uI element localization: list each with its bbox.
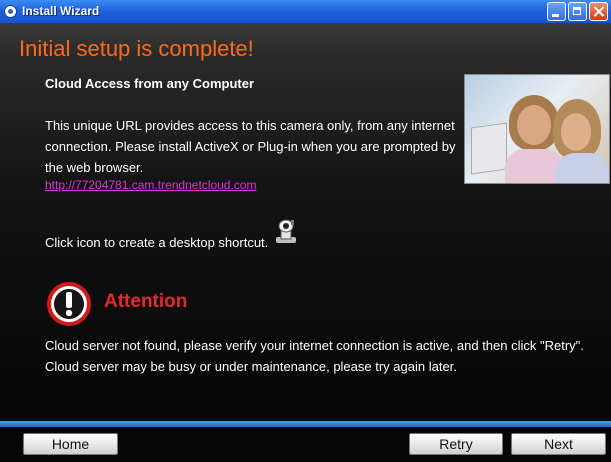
laptop-graphic xyxy=(471,122,507,175)
desktop-shortcut-icon[interactable] xyxy=(273,217,299,247)
window-title: Install Wizard xyxy=(22,4,100,18)
page-title: Initial setup is complete! xyxy=(19,36,254,61)
error-message-line-2: Cloud server may be busy or under mainte… xyxy=(45,359,457,374)
title-bar: Install Wizard xyxy=(0,0,611,24)
warning-icon xyxy=(47,282,91,326)
minimize-button[interactable] xyxy=(547,2,566,21)
next-button[interactable]: Next xyxy=(511,433,606,455)
cloud-url-link[interactable]: http://77204781.cam.trendnetcloud.com xyxy=(45,178,256,192)
close-button[interactable] xyxy=(589,2,608,21)
maximize-button[interactable] xyxy=(568,2,587,21)
shortcut-prompt: Click icon to create a desktop shortcut. xyxy=(45,235,269,250)
app-icon xyxy=(4,5,17,18)
description-text: This unique URL provides access to this … xyxy=(45,118,456,175)
retry-button[interactable]: Retry xyxy=(409,433,503,455)
section-heading: Cloud Access from any Computer xyxy=(45,76,255,91)
error-message-line-1: Cloud server not found, please verify yo… xyxy=(45,338,584,353)
promo-photo xyxy=(464,74,610,184)
wizard-content: Initial setup is complete! Cloud Access … xyxy=(0,24,611,421)
wizard-footer: Home Retry Next xyxy=(0,427,611,462)
home-button[interactable]: Home xyxy=(23,433,118,455)
attention-heading: Attention xyxy=(104,291,188,312)
